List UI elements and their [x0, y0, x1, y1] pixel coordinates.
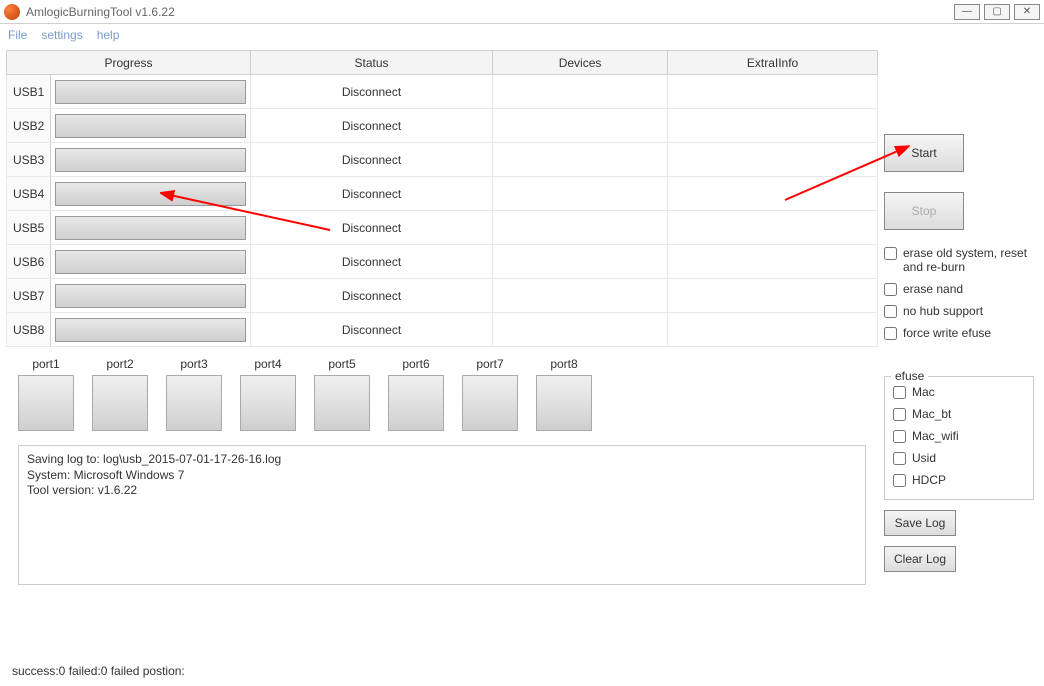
chk-mac-wifi[interactable] — [893, 430, 906, 443]
table-row: USB8Disconnect — [7, 313, 878, 347]
port-box[interactable] — [166, 375, 222, 431]
table-row: USB3Disconnect — [7, 143, 878, 177]
efuse-group: efuse Mac Mac_bt Mac_wifi Usid HDCP — [884, 376, 1034, 500]
close-button[interactable]: ✕ — [1014, 4, 1040, 20]
window-title: AmlogicBurningTool v1.6.22 — [26, 5, 954, 19]
menu-help[interactable]: help — [97, 28, 120, 42]
th-status: Status — [251, 51, 493, 75]
port-box[interactable] — [18, 375, 74, 431]
save-log-button[interactable]: Save Log — [884, 510, 956, 536]
port-box[interactable] — [462, 375, 518, 431]
minimize-button[interactable]: — — [954, 4, 980, 20]
menu-bar: File settings help — [0, 24, 1044, 46]
stop-button[interactable]: Stop — [884, 192, 964, 230]
chk-hdcp[interactable] — [893, 474, 906, 487]
clear-log-button[interactable]: Clear Log — [884, 546, 956, 572]
progress-bar — [55, 148, 246, 172]
table-row: USB1Disconnect — [7, 75, 878, 109]
ports-row: port1 port2 port3 port4 port5 port6 port… — [6, 347, 878, 441]
log-box[interactable]: Saving log to: log\usb_2015-07-01-17-26-… — [18, 445, 866, 585]
progress-bar — [55, 216, 246, 240]
table-row: USB7Disconnect — [7, 279, 878, 313]
maximize-button[interactable]: ▢ — [984, 4, 1010, 20]
port-box[interactable] — [536, 375, 592, 431]
progress-bar — [55, 318, 246, 342]
app-icon — [4, 4, 20, 20]
progress-bar — [55, 284, 246, 308]
progress-bar — [55, 80, 246, 104]
chk-erase-nand[interactable] — [884, 283, 897, 296]
table-row: USB6Disconnect — [7, 245, 878, 279]
menu-settings[interactable]: settings — [41, 28, 82, 42]
menu-file[interactable]: File — [8, 28, 27, 42]
title-bar: AmlogicBurningTool v1.6.22 — ▢ ✕ — [0, 0, 1044, 24]
status-bar: success:0 failed:0 failed postion: — [12, 664, 185, 678]
table-row: USB5Disconnect — [7, 211, 878, 245]
progress-bar — [55, 250, 246, 274]
chk-mac[interactable] — [893, 386, 906, 399]
chk-erase-old[interactable] — [884, 247, 897, 260]
chk-no-hub[interactable] — [884, 305, 897, 318]
table-row: USB2Disconnect — [7, 109, 878, 143]
progress-bar — [55, 182, 246, 206]
th-devices: Devices — [493, 51, 668, 75]
th-extra: ExtraIInfo — [668, 51, 878, 75]
chk-mac-bt[interactable] — [893, 408, 906, 421]
table-row: USB4Disconnect — [7, 177, 878, 211]
progress-bar — [55, 114, 246, 138]
port-box[interactable] — [388, 375, 444, 431]
usb-table: Progress Status Devices ExtraIInfo USB1D… — [6, 50, 878, 347]
start-button[interactable]: Start — [884, 134, 964, 172]
port-box[interactable] — [314, 375, 370, 431]
port-box[interactable] — [92, 375, 148, 431]
chk-usid[interactable] — [893, 452, 906, 465]
chk-force-efuse[interactable] — [884, 327, 897, 340]
th-progress: Progress — [7, 51, 251, 75]
port-box[interactable] — [240, 375, 296, 431]
